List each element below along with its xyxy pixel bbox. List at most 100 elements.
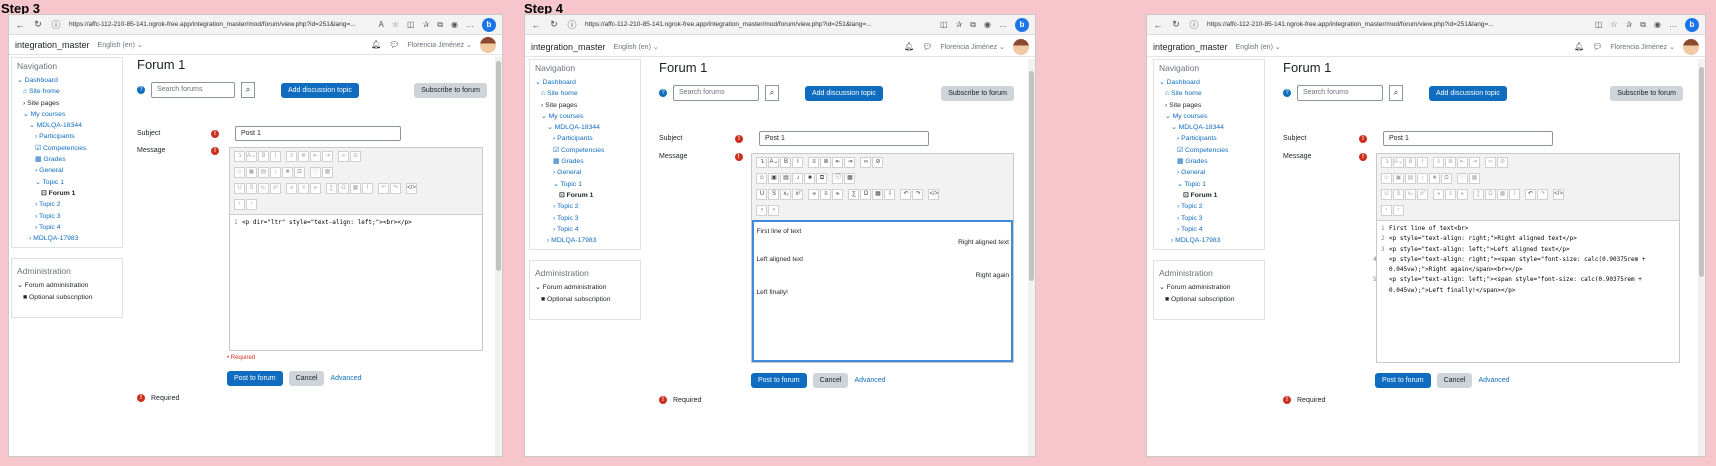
subscript-icon[interactable]: x₂ bbox=[1405, 189, 1416, 200]
h5p-icon[interactable]: ▦ bbox=[322, 167, 333, 178]
info-icon[interactable]: ⓘ bbox=[51, 18, 61, 31]
subject-field[interactable]: Post 1 bbox=[235, 126, 401, 141]
favorites-icon[interactable]: ✰ bbox=[423, 20, 430, 30]
search-icon[interactable]: ⌕ bbox=[241, 82, 255, 98]
unordered-list-icon[interactable]: ≡ bbox=[1433, 157, 1444, 168]
accessibility-icon[interactable]: ⓘ bbox=[832, 173, 844, 184]
notifications-icon[interactable]: 🔔︎ bbox=[904, 42, 914, 51]
special-char-icon[interactable]: Ω bbox=[1485, 189, 1496, 200]
user-menu[interactable]: Florencia Jiménez ⌄ bbox=[940, 43, 1005, 51]
nav-site-home[interactable]: ⌂ Site home bbox=[1159, 88, 1259, 99]
search-icon[interactable]: ⌕ bbox=[765, 85, 779, 101]
unlink-icon[interactable]: ⊘ bbox=[350, 151, 361, 162]
forum-admin[interactable]: ⌄ Forum administration bbox=[535, 282, 635, 293]
unlink-icon[interactable]: ⊘ bbox=[1497, 157, 1508, 168]
search-input[interactable]: Search forums bbox=[673, 85, 759, 101]
site-brand[interactable]: integration_master bbox=[1153, 42, 1228, 52]
align-right-icon[interactable]: ⫸ bbox=[1457, 189, 1468, 200]
table-icon[interactable]: ▦ bbox=[1497, 189, 1508, 200]
subscribe-button[interactable]: Subscribe to forum bbox=[1610, 85, 1683, 101]
subscript-icon[interactable]: x₂ bbox=[780, 189, 792, 200]
table-icon[interactable]: ▦ bbox=[872, 189, 884, 200]
align-left-icon[interactable]: ⫷ bbox=[286, 183, 297, 194]
nav-dashboard[interactable]: ⌄ Dashboard bbox=[1159, 77, 1259, 88]
align-left-icon[interactable]: ⫷ bbox=[1433, 189, 1444, 200]
avatar[interactable] bbox=[1683, 38, 1699, 55]
nav-participants[interactable]: › Participants bbox=[535, 133, 635, 144]
nav-topic1[interactable]: ⌄ Topic 1 bbox=[535, 179, 635, 190]
accessibility-icon[interactable]: ⓘ bbox=[310, 167, 321, 178]
forum-admin[interactable]: ⌄ Forum administration bbox=[17, 280, 117, 291]
collections-icon[interactable]: ⧉ bbox=[437, 20, 443, 30]
nav-topic3[interactable]: › Topic 3 bbox=[1159, 213, 1259, 224]
superscript-icon[interactable]: x² bbox=[1417, 189, 1428, 200]
collections-icon[interactable]: ⧉ bbox=[970, 20, 976, 30]
nav-topic2[interactable]: › Topic 2 bbox=[17, 199, 117, 210]
collapse-icon[interactable]: ↴ bbox=[1381, 157, 1392, 168]
nav-course[interactable]: ⌄ MDLQA-18344 bbox=[17, 120, 117, 131]
link-icon[interactable]: ∞ bbox=[338, 151, 349, 162]
split-icon[interactable]: ◫ bbox=[1595, 20, 1603, 30]
cancel-button[interactable]: Cancel bbox=[288, 371, 325, 386]
add-discussion-button[interactable]: Add discussion topic bbox=[281, 82, 359, 98]
scrollbar[interactable] bbox=[496, 61, 501, 271]
collapse-icon[interactable]: ↴ bbox=[234, 151, 245, 162]
underline-icon[interactable]: U bbox=[756, 189, 768, 200]
help-icon[interactable]: ? bbox=[659, 89, 667, 97]
reload-icon[interactable]: ↻ bbox=[1171, 19, 1181, 30]
collapse-icon[interactable]: ↴ bbox=[756, 157, 768, 168]
special-char-icon[interactable]: Ω bbox=[860, 189, 872, 200]
nav-topic2[interactable]: › Topic 2 bbox=[535, 201, 635, 212]
favorite-icon[interactable]: ☆ bbox=[1610, 20, 1617, 30]
undo-icon[interactable]: ↶ bbox=[378, 183, 389, 194]
italic-icon[interactable]: I bbox=[270, 151, 281, 162]
split-icon[interactable]: ◫ bbox=[940, 20, 948, 30]
post-button[interactable]: Post to forum bbox=[1375, 373, 1431, 388]
nav-course2[interactable]: › MDLQA-17983 bbox=[535, 235, 635, 246]
nav-site-pages[interactable]: › Site pages bbox=[535, 100, 635, 111]
outdent-icon[interactable]: ⇤ bbox=[310, 151, 321, 162]
html-source-icon[interactable]: </> bbox=[928, 189, 940, 200]
nav-forum1[interactable]: ⊡ Forum 1 bbox=[1159, 190, 1259, 201]
nav-site-home[interactable]: ⌂ Site home bbox=[17, 86, 117, 97]
advanced-link[interactable]: Advanced bbox=[1478, 377, 1509, 384]
emoji-icon[interactable]: ☺ bbox=[234, 167, 245, 178]
image-icon[interactable]: ▣ bbox=[768, 173, 780, 184]
emoji-icon[interactable]: ☺ bbox=[756, 173, 768, 184]
back-icon[interactable]: ← bbox=[1153, 20, 1163, 30]
nav-competencies[interactable]: ☑ Competencies bbox=[535, 145, 635, 156]
superscript-icon[interactable]: x² bbox=[270, 183, 281, 194]
nav-site-home[interactable]: ⌂ Site home bbox=[535, 88, 635, 99]
strikethrough-icon[interactable]: S bbox=[1393, 189, 1404, 200]
nav-participants[interactable]: › Participants bbox=[17, 131, 117, 142]
align-right-icon[interactable]: ⫸ bbox=[832, 189, 844, 200]
outdent-icon[interactable]: ⇤ bbox=[1457, 157, 1468, 168]
equation-icon[interactable]: ∑ bbox=[848, 189, 860, 200]
avatar[interactable] bbox=[480, 36, 496, 53]
nav-topic1[interactable]: ⌄ Topic 1 bbox=[17, 177, 117, 188]
paragraph-style-icon[interactable]: A⌄ bbox=[246, 151, 257, 162]
ordered-list-icon[interactable]: ≣ bbox=[820, 157, 832, 168]
link-icon[interactable]: ∞ bbox=[860, 157, 872, 168]
search-input[interactable]: Search forums bbox=[151, 82, 235, 98]
advanced-link[interactable]: Advanced bbox=[854, 377, 885, 384]
reload-icon[interactable]: ↻ bbox=[549, 19, 559, 30]
nav-grades[interactable]: ▦ Grades bbox=[1159, 156, 1259, 167]
italic-icon[interactable]: I bbox=[792, 157, 804, 168]
unordered-list-icon[interactable]: ≡ bbox=[808, 157, 820, 168]
collections-icon[interactable]: ⧉ bbox=[1640, 20, 1646, 30]
scrollbar[interactable] bbox=[1029, 71, 1034, 281]
help-icon[interactable]: ? bbox=[137, 86, 145, 94]
link-icon[interactable]: ∞ bbox=[1485, 157, 1496, 168]
nav-grades[interactable]: ▦ Grades bbox=[535, 156, 635, 167]
avatar[interactable] bbox=[1013, 38, 1029, 55]
undo-icon[interactable]: ↶ bbox=[900, 189, 912, 200]
messages-icon[interactable]: 💬︎ bbox=[922, 42, 932, 51]
wysiwyg-area[interactable]: First line of text Right aligned text Le… bbox=[752, 220, 1014, 362]
ordered-list-icon[interactable]: ≣ bbox=[298, 151, 309, 162]
redo-icon[interactable]: ↷ bbox=[912, 189, 924, 200]
equation-icon[interactable]: ∑ bbox=[326, 183, 337, 194]
manage-files-icon[interactable]: ⧉ bbox=[294, 167, 305, 178]
more-icon[interactable]: … bbox=[999, 20, 1007, 30]
align-left-icon[interactable]: ⫷ bbox=[808, 189, 820, 200]
